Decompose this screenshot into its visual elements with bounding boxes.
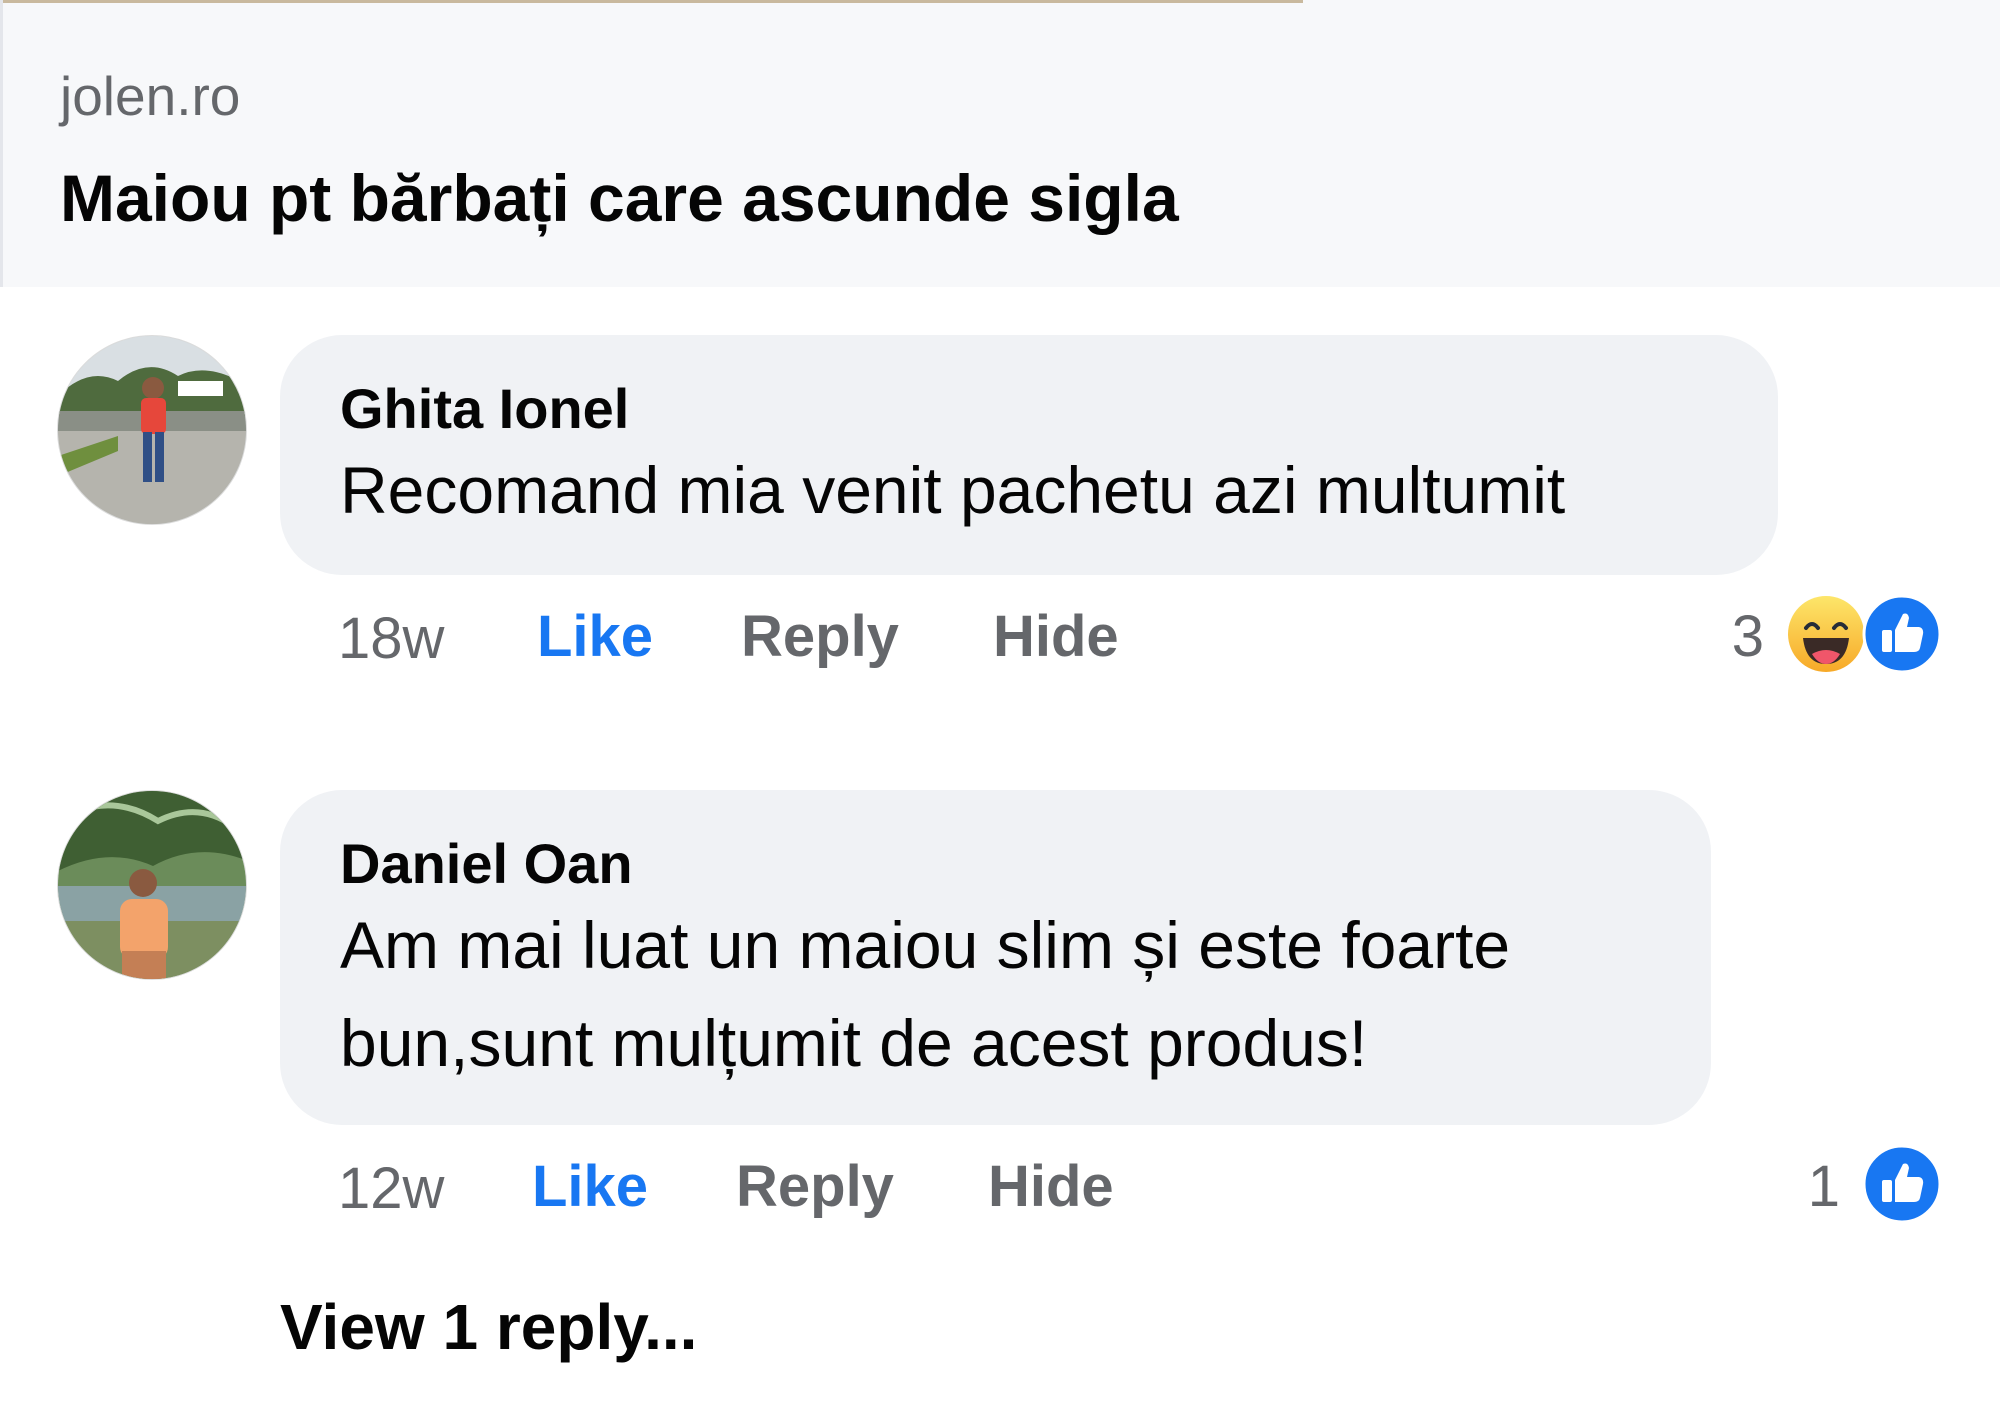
comment-timestamp[interactable]: 18w <box>338 607 444 671</box>
avatar[interactable] <box>57 335 247 525</box>
reply-button[interactable]: Reply <box>741 605 899 669</box>
link-title[interactable]: Maiou pt bărbați care ascunde sigla <box>60 162 1179 234</box>
link-preview-image-edge <box>3 0 1303 3</box>
comment-text-line: bun,sunt mulțumit de acest produs! <box>340 1006 1368 1080</box>
haha-icon[interactable] <box>1786 594 1866 674</box>
avatar-photo <box>58 336 246 524</box>
like-icon[interactable] <box>1862 1144 1942 1224</box>
comment-text: Recomand mia venit pachetu azi multumit <box>340 453 1566 527</box>
hide-button[interactable]: Hide <box>993 605 1119 669</box>
view-replies-link[interactable]: View 1 reply... <box>280 1292 697 1362</box>
comment-bubble: Ghita Ionel Recomand mia venit pachetu a… <box>280 335 1778 575</box>
reaction-count[interactable]: 1 <box>1780 1155 1840 1219</box>
comment-author[interactable]: Daniel Oan <box>340 834 633 894</box>
link-domain: jolen.ro <box>60 65 241 127</box>
link-preview-card[interactable]: jolen.ro Maiou pt bărbați care ascunde s… <box>0 0 2000 287</box>
hide-button[interactable]: Hide <box>988 1155 1114 1219</box>
like-button[interactable]: Like <box>532 1155 648 1219</box>
like-button[interactable]: Like <box>537 605 653 669</box>
comment-bubble: Daniel Oan Am mai luat un maiou slim și … <box>280 790 1711 1125</box>
avatar[interactable] <box>57 790 247 980</box>
comment-author[interactable]: Ghita Ionel <box>340 379 629 439</box>
reply-button[interactable]: Reply <box>736 1155 894 1219</box>
comment-timestamp[interactable]: 12w <box>338 1157 444 1221</box>
reaction-count[interactable]: 3 <box>1704 605 1764 669</box>
like-icon[interactable] <box>1862 594 1942 674</box>
comments-page: jolen.ro Maiou pt bărbați care ascunde s… <box>0 0 2000 1409</box>
comment-text-line: Am mai luat un maiou slim și este foarte <box>340 908 1511 982</box>
avatar-photo <box>58 791 246 979</box>
